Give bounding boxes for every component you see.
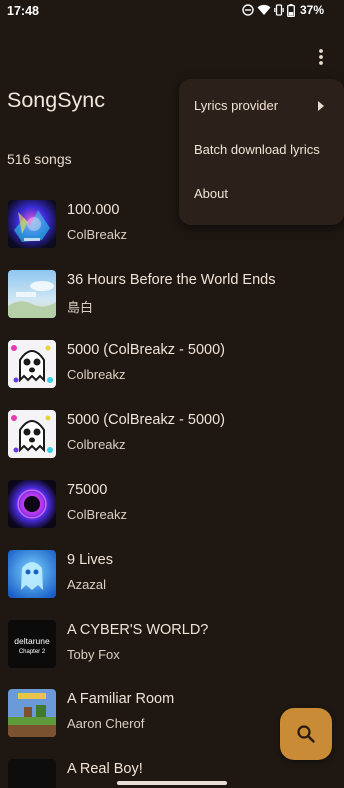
submenu-arrow-icon bbox=[318, 101, 324, 111]
song-title: 5000 (ColBreakz - 5000) bbox=[67, 342, 225, 358]
album-art bbox=[8, 550, 56, 598]
song-artist: Azazal bbox=[67, 577, 107, 592]
search-icon bbox=[297, 725, 315, 743]
album-art bbox=[8, 759, 56, 788]
album-art bbox=[8, 200, 56, 248]
vibrate-icon bbox=[274, 4, 284, 16]
battery-icon bbox=[287, 3, 295, 17]
overflow-menu: Lyrics provider Batch download lyrics Ab… bbox=[179, 79, 344, 225]
more-vert-icon bbox=[319, 49, 323, 65]
song-title: 100.000 bbox=[67, 202, 120, 218]
app-title: SongSync bbox=[7, 88, 106, 112]
song-artist: Colbreakz bbox=[67, 367, 126, 382]
song-title: A Real Boy! bbox=[67, 761, 143, 777]
song-artist: ColBreakz bbox=[67, 507, 127, 522]
menu-item-batch-download[interactable]: Batch download lyrics bbox=[179, 131, 344, 171]
song-title: 5000 (ColBreakz - 5000) bbox=[67, 412, 225, 428]
album-art bbox=[8, 270, 56, 318]
song-artist: Toby Fox bbox=[67, 647, 120, 662]
song-item[interactable]: 9 Lives Azazal bbox=[0, 550, 344, 618]
wifi-icon bbox=[257, 4, 271, 15]
status-icons: 37% bbox=[242, 3, 324, 17]
song-item[interactable]: deltarune Chapter 2 A CYBER'S WORLD? Tob… bbox=[0, 620, 344, 688]
album-art bbox=[8, 410, 56, 458]
search-fab-button[interactable] bbox=[280, 708, 332, 760]
song-title: A CYBER'S WORLD? bbox=[67, 622, 209, 638]
song-item[interactable]: 75000 ColBreakz bbox=[0, 480, 344, 548]
song-item[interactable]: 36 Hours Before the World Ends 島白 bbox=[0, 270, 344, 338]
album-art bbox=[8, 480, 56, 528]
song-artist: Colbreakz bbox=[67, 437, 126, 452]
battery-percent: 37% bbox=[299, 3, 324, 17]
song-artist: ColBreakz bbox=[67, 227, 127, 242]
album-art-text: deltarune bbox=[14, 636, 50, 646]
menu-item-label: Lyrics provider bbox=[194, 98, 279, 113]
song-artist: 島白 bbox=[67, 300, 94, 315]
menu-item-lyrics-provider[interactable]: Lyrics provider bbox=[179, 87, 344, 127]
song-title: 75000 bbox=[67, 482, 108, 498]
menu-item-label: Batch download lyrics bbox=[194, 142, 320, 157]
song-title: 36 Hours Before the World Ends bbox=[67, 272, 276, 288]
album-art: deltarune Chapter 2 bbox=[8, 620, 56, 668]
album-art-subtext: Chapter 2 bbox=[19, 649, 46, 655]
menu-item-label: About bbox=[194, 186, 228, 201]
status-time: 17:48 bbox=[7, 4, 39, 18]
status-bar: 17:48 37% bbox=[0, 0, 344, 24]
song-artist: Aaron Cherof bbox=[67, 716, 145, 731]
song-count: 516 songs bbox=[7, 151, 72, 167]
album-art bbox=[8, 689, 56, 737]
song-title: 9 Lives bbox=[67, 552, 113, 568]
menu-item-about[interactable]: About bbox=[179, 175, 344, 215]
overflow-menu-button[interactable] bbox=[308, 44, 334, 70]
gesture-nav-handle[interactable] bbox=[117, 781, 227, 785]
song-title: A Familiar Room bbox=[67, 691, 175, 707]
do-not-disturb-icon bbox=[242, 4, 254, 16]
song-item[interactable]: 5000 (ColBreakz - 5000) Colbreakz bbox=[0, 410, 344, 478]
album-art bbox=[8, 340, 56, 388]
song-item[interactable]: 5000 (ColBreakz - 5000) Colbreakz bbox=[0, 340, 344, 408]
